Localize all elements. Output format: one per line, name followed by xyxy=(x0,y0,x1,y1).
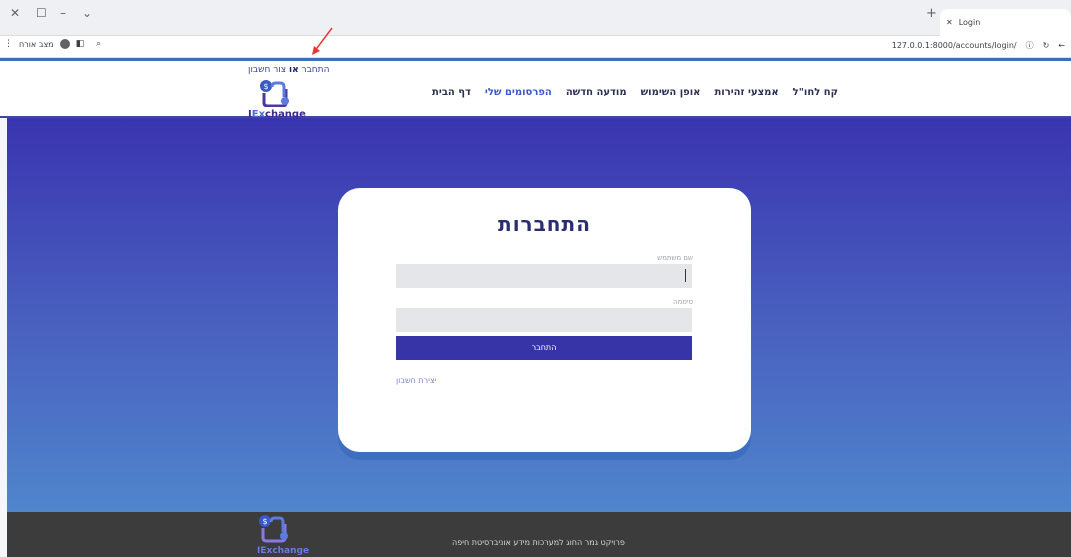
footer-text: פרויקט גמר החוג למערכות מידע אוניברסיטת … xyxy=(452,538,625,547)
new-tab-icon[interactable]: + xyxy=(926,6,937,21)
main-nav: דף הבית הפרסומים שלי מודעה חדשה אופן השי… xyxy=(432,87,838,98)
login-button[interactable]: התחבר xyxy=(396,336,692,360)
search-icon[interactable]: ⌕ xyxy=(96,39,101,49)
site-footer: $ IExchange פרויקט גמר החוג למערכות מידע… xyxy=(7,512,1071,557)
password-label: סיסמה xyxy=(673,298,693,306)
nav-how-to-use[interactable]: אופן השימוש xyxy=(641,87,701,98)
or-text: או xyxy=(288,65,299,75)
password-input[interactable] xyxy=(396,308,692,332)
menu-icon[interactable]: ⋮ xyxy=(4,39,13,49)
page-title: התחברות xyxy=(498,212,591,236)
login-link[interactable]: התחבר xyxy=(302,65,330,75)
text-cursor xyxy=(685,269,686,282)
nav-my-posts[interactable]: הפרסומים שלי xyxy=(485,87,552,98)
tab-title: Login xyxy=(958,18,981,27)
profile-icon[interactable] xyxy=(59,39,70,49)
footer-logo-text: IExchange xyxy=(257,546,310,556)
username-input[interactable] xyxy=(396,264,692,288)
tab-close-icon[interactable]: ✕ xyxy=(946,18,953,27)
svg-text:$: $ xyxy=(262,517,267,526)
main-area: התחברות שם משתמש סיסמה התחבר יצירת חשבון xyxy=(7,118,1071,512)
svg-text:$: $ xyxy=(263,82,268,91)
signup-link[interactable]: צור חשבון xyxy=(248,65,286,75)
maximize-icon[interactable]: ☐ xyxy=(36,6,47,20)
login-card: התחברות שם משתמש סיסמה התחבר יצירת חשבון xyxy=(338,188,751,452)
nav-home[interactable]: דף הבית xyxy=(432,87,471,98)
auth-links: התחבר או צור חשבון xyxy=(248,65,329,75)
browser-tab[interactable]: ✕ Login xyxy=(940,9,1071,36)
site-header: התחבר או צור חשבון $ IExchange דף הבית ה… xyxy=(0,58,1071,120)
guest-label[interactable]: מצב אורח xyxy=(19,40,54,49)
close-window-icon[interactable]: ✕ xyxy=(10,6,20,20)
browser-title-bar: ✕ ☐ – ⌄ + ✕ Login xyxy=(0,0,1071,36)
create-account-link[interactable]: יצירת חשבון xyxy=(396,376,437,385)
info-icon[interactable]: ⓘ xyxy=(1026,40,1034,51)
back-icon[interactable]: ← xyxy=(1058,41,1065,50)
reload-icon[interactable]: ↻ xyxy=(1043,41,1050,50)
browser-address-bar: ⋮ מצב אורח ◧ ⌕ 127.0.0.1:8000/accounts/l… xyxy=(0,36,1071,58)
nav-safety[interactable]: אמצעי זהירות xyxy=(714,87,778,98)
sidebar-icon[interactable]: ◧ xyxy=(76,39,85,49)
logo[interactable]: $ IExchange xyxy=(248,79,308,120)
username-label: שם משתמש xyxy=(657,254,693,262)
nav-new-ad[interactable]: מודעה חדשה xyxy=(566,87,627,98)
annotation-arrow-icon xyxy=(312,27,333,55)
tab-search-icon[interactable]: ⌄ xyxy=(82,6,92,20)
logo-icon: $ xyxy=(260,80,289,107)
footer-logo-icon: $ xyxy=(259,515,288,543)
nav-take-abroad[interactable]: קח לחו"ל xyxy=(793,87,838,98)
url-text[interactable]: 127.0.0.1:8000/accounts/login/ xyxy=(892,41,1017,50)
minimize-icon[interactable]: – xyxy=(60,6,66,20)
